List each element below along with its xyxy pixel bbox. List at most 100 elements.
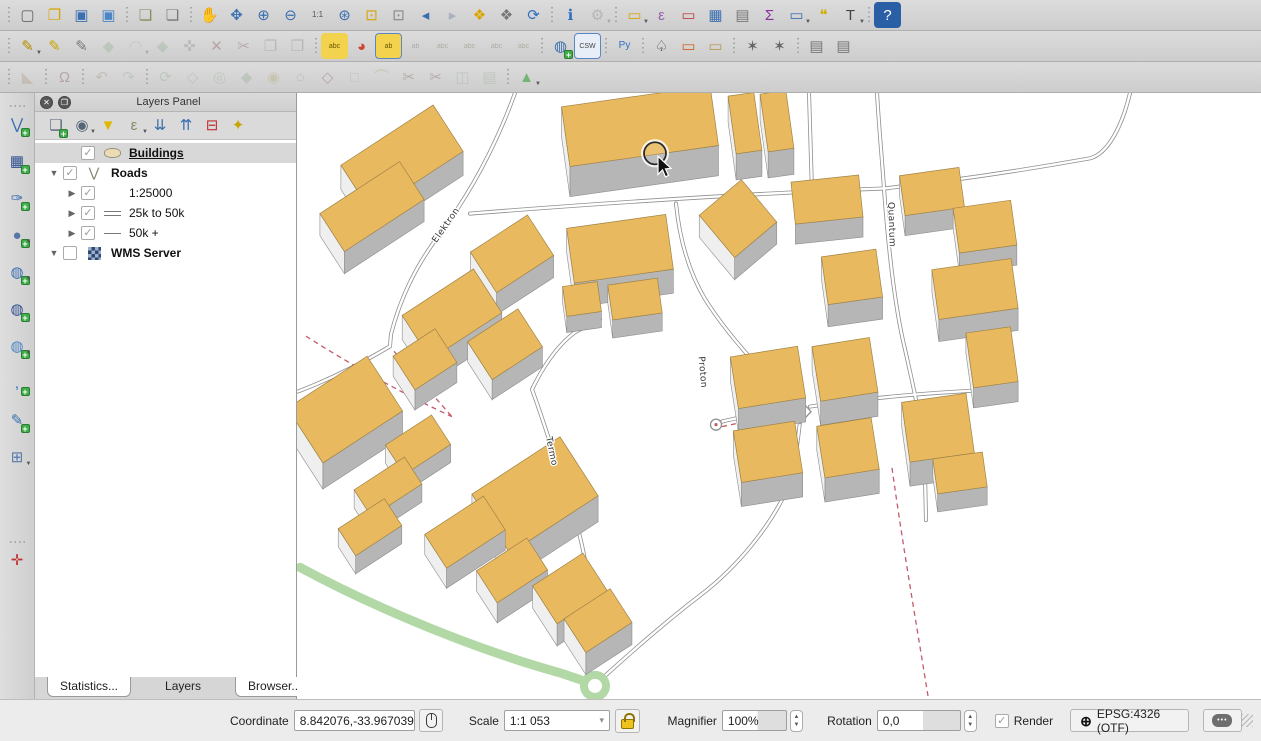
- magnifier-input[interactable]: 100%: [722, 710, 787, 731]
- measure-button[interactable]: ▭▼: [783, 2, 810, 28]
- select-features-button[interactable]: ▭▼: [621, 2, 648, 28]
- manage-layer-visibility-button[interactable]: ◉▼: [69, 114, 95, 138]
- add-delimited-text-layer-button[interactable]: ,+: [4, 370, 31, 396]
- composer-manager-button[interactable]: ❏: [159, 2, 186, 28]
- style-manager-button[interactable]: ✦: [225, 114, 251, 138]
- layer-item-wms-server[interactable]: ▼WMS Server: [35, 243, 296, 263]
- add-raster-layer-button[interactable]: ▦+: [4, 148, 31, 174]
- zoom-full-button[interactable]: ⊛: [331, 2, 358, 28]
- crs-status-button[interactable]: ⊕ EPSG:4326 (OTF): [1070, 709, 1189, 732]
- pan-to-selection-button[interactable]: ✥: [223, 2, 250, 28]
- python-console-button[interactable]: Py: [611, 33, 638, 59]
- collapse-all-button[interactable]: ⇈: [173, 114, 199, 138]
- map-canvas[interactable]: Elektron Termo Proton Quantum: [297, 93, 1261, 699]
- zoom-out-button[interactable]: ⊖: [277, 2, 304, 28]
- expander-icon[interactable]: ▶: [63, 188, 81, 199]
- layer-visibility-checkbox[interactable]: ✓: [81, 146, 95, 160]
- save-project-button[interactable]: ▣: [68, 2, 95, 28]
- zoom-native-button[interactable]: 1:1: [304, 2, 331, 28]
- layer-item-1-25000[interactable]: ▶✓1:25000: [35, 183, 296, 203]
- zoom-to-layer-button[interactable]: ⊡: [385, 2, 412, 28]
- plugin-select-frame-button[interactable]: ▭: [675, 33, 702, 59]
- statistical-summary-button[interactable]: Σ: [756, 2, 783, 28]
- show-bookmarks-button[interactable]: ❖: [493, 2, 520, 28]
- zoom-in-button[interactable]: ⊕: [250, 2, 277, 28]
- plugin-wand-button[interactable]: ✶: [766, 33, 793, 59]
- extents-toggle-button[interactable]: [419, 709, 443, 732]
- remove-layer-button[interactable]: ⊟: [199, 114, 225, 138]
- add-wms-layer-button[interactable]: ◍+▼: [4, 259, 31, 285]
- map-svg[interactable]: Elektron Termo Proton Quantum: [297, 93, 1261, 699]
- expander-icon[interactable]: ▼: [45, 168, 63, 178]
- expand-all-button[interactable]: ⇊: [147, 114, 173, 138]
- magnifier-stepper[interactable]: ▲▼: [790, 710, 803, 732]
- zoom-last-button[interactable]: ◂: [412, 2, 439, 28]
- plugin-wand-edit-button[interactable]: ✶: [739, 33, 766, 59]
- add-group-button[interactable]: ❏+: [43, 114, 69, 138]
- layer-visibility-checkbox[interactable]: ✓: [63, 166, 77, 180]
- expander-icon[interactable]: ▶: [63, 228, 81, 239]
- new-bookmark-button[interactable]: ❖: [466, 2, 493, 28]
- add-vector-layer-button[interactable]: ⋁+: [4, 111, 31, 137]
- save-project-as-button[interactable]: ▣: [95, 2, 122, 28]
- new-print-composer-button[interactable]: ❏: [132, 2, 159, 28]
- zoom-to-selection-button[interactable]: ⊡: [358, 2, 385, 28]
- expander-icon[interactable]: ▶: [63, 208, 81, 219]
- messages-button[interactable]: •••: [1203, 709, 1242, 732]
- layer-labeling-options-button[interactable]: abc: [321, 33, 348, 59]
- layer-item-25k-to-50k[interactable]: ▶✓25k to 50k: [35, 203, 296, 223]
- metasearch-csw-button[interactable]: CSW: [574, 33, 601, 59]
- coordinate-input[interactable]: 8.842076,-33.967039: [294, 710, 415, 731]
- plugin-guide-download-button[interactable]: ▤: [803, 33, 830, 59]
- add-web-layer-button[interactable]: ◍+: [547, 33, 574, 59]
- plugin-guide-add-button[interactable]: ▤: [830, 33, 857, 59]
- gps-tracking-button[interactable]: ✛: [4, 547, 31, 573]
- layer-item-roads[interactable]: ▼✓⋁Roads: [35, 163, 296, 183]
- filter-legend-button[interactable]: ▼: [95, 114, 121, 138]
- plugin-shape-tool-button[interactable]: ♤: [648, 33, 675, 59]
- map-tips-button[interactable]: ❝: [810, 2, 837, 28]
- current-edits-button[interactable]: ✎▼: [14, 33, 41, 59]
- resize-grip[interactable]: [1242, 714, 1253, 727]
- scale-lock-button[interactable]: [615, 709, 640, 733]
- field-calculator-button[interactable]: ▤: [729, 2, 756, 28]
- float-panel-icon[interactable]: ❐: [58, 96, 71, 109]
- plugin-frame-tool-button[interactable]: ▭: [702, 33, 729, 59]
- layer-visibility-checkbox[interactable]: ✓: [81, 186, 95, 200]
- expander-icon[interactable]: ▼: [45, 248, 63, 258]
- select-by-expression-button[interactable]: ε: [648, 2, 675, 28]
- text-annotation-button[interactable]: T▼: [837, 2, 864, 28]
- rotation-stepper[interactable]: ▲▼: [964, 710, 977, 732]
- toggle-editing-button[interactable]: ✎: [41, 33, 68, 59]
- rotate-point-symbols-button[interactable]: ▲▼: [513, 64, 540, 90]
- panel-tab-statistics[interactable]: Statistics...: [47, 677, 131, 697]
- new-shapefile-layer-button[interactable]: ✎+: [4, 407, 31, 433]
- highlight-pinned-labels-button[interactable]: ab: [375, 33, 402, 59]
- identify-features-button[interactable]: ℹ: [557, 2, 584, 28]
- add-wcs-layer-button[interactable]: ◍+: [4, 296, 31, 322]
- filter-by-expression-button[interactable]: ε▼: [121, 114, 147, 138]
- open-project-button[interactable]: ❐: [41, 2, 68, 28]
- deselect-all-button[interactable]: ▭: [675, 2, 702, 28]
- add-postgis-layer-button[interactable]: ●+▼: [4, 222, 31, 248]
- add-spatialite-layer-button[interactable]: ✑+: [4, 185, 31, 211]
- layer-visibility-checkbox[interactable]: [63, 246, 77, 260]
- refresh-map-button[interactable]: ⟳: [520, 2, 547, 28]
- render-checkbox[interactable]: ✓: [995, 714, 1009, 728]
- add-virtual-layer-button[interactable]: ⊞▼: [4, 444, 31, 470]
- save-layer-edits-button[interactable]: ✎: [68, 33, 95, 59]
- pan-map-button[interactable]: ✋: [196, 2, 223, 28]
- layer-visibility-checkbox[interactable]: ✓: [81, 226, 95, 240]
- rotation-input[interactable]: 0,0: [877, 710, 961, 731]
- new-project-button[interactable]: ▢: [14, 2, 41, 28]
- scale-combobox[interactable]: 1:1 053▾: [504, 710, 610, 731]
- close-panel-icon[interactable]: ✕: [40, 96, 53, 109]
- layer-diagram-options-button[interactable]: ◕: [348, 33, 375, 59]
- help-button[interactable]: ?: [874, 2, 901, 28]
- reshape-features-icon: □: [350, 70, 359, 85]
- layer-item-buildings[interactable]: ✓Buildings: [35, 143, 296, 163]
- layer-visibility-checkbox[interactable]: ✓: [81, 206, 95, 220]
- open-attribute-table-button[interactable]: ▦: [702, 2, 729, 28]
- layer-item-50k[interactable]: ▶✓50k +: [35, 223, 296, 243]
- add-wfs-layer-button[interactable]: ◍+▼: [4, 333, 31, 359]
